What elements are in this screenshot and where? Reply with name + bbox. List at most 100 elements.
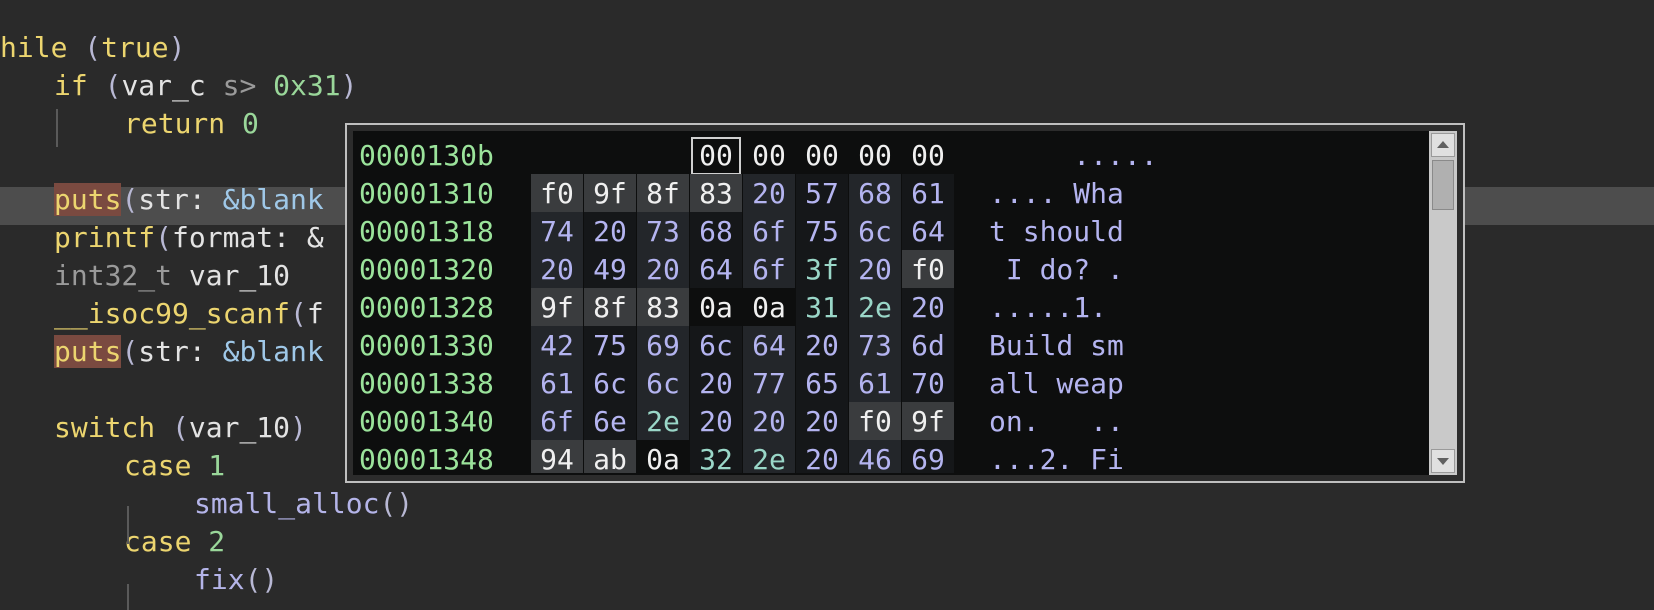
scroll-thumb[interactable] xyxy=(1432,160,1454,210)
hex-byte[interactable]: 9f xyxy=(584,174,636,214)
hex-byte[interactable]: 70 xyxy=(902,364,954,404)
hex-byte[interactable]: 00 xyxy=(796,136,848,176)
hex-preview-popup[interactable]: 0000130b 00 00 00 00 00 ..... 00001310 f0 9f 8f 83… xyxy=(345,123,1465,483)
hex-row[interactable]: 00001328 9f 8f 83 0a 0a 31 2e 20 .....1. xyxy=(347,288,1427,328)
hex-byte[interactable]: 83 xyxy=(690,174,742,214)
code-line[interactable]: switch (var_10) xyxy=(54,408,307,448)
hex-ascii[interactable]: .....1. xyxy=(989,288,1124,328)
hex-byte[interactable]: 83 xyxy=(637,288,689,328)
hex-row[interactable]: 00001320 20 49 20 64 6f 3f 20 f0 I do? . xyxy=(347,250,1427,290)
hex-byte[interactable]: 68 xyxy=(849,174,901,214)
hex-byte[interactable]: 8f xyxy=(637,174,689,214)
hex-byte[interactable]: 57 xyxy=(796,174,848,214)
hex-byte[interactable]: 46 xyxy=(849,440,901,473)
hex-byte[interactable]: 75 xyxy=(796,212,848,252)
hex-byte[interactable]: 20 xyxy=(690,402,742,442)
hex-byte[interactable]: 6f xyxy=(743,250,795,290)
hex-byte[interactable]: 0a xyxy=(690,288,742,328)
hex-byte[interactable]: 9f xyxy=(902,402,954,442)
hex-row[interactable]: 0000130b 00 00 00 00 00 ..... xyxy=(347,136,1427,176)
hex-byte[interactable]: 00 xyxy=(743,136,795,176)
hex-byte[interactable]: 20 xyxy=(637,250,689,290)
hex-byte[interactable]: 64 xyxy=(690,250,742,290)
vertical-scrollbar[interactable] xyxy=(1429,131,1457,475)
hex-byte[interactable]: 64 xyxy=(743,326,795,366)
hex-ascii[interactable]: ..... xyxy=(989,136,1157,176)
hex-byte[interactable]: 77 xyxy=(743,364,795,404)
hex-ascii[interactable]: all weap xyxy=(989,364,1124,404)
hex-byte[interactable]: 6f xyxy=(743,212,795,252)
hex-byte[interactable]: ab xyxy=(584,440,636,473)
hex-row[interactable]: 00001310 f0 9f 8f 83 20 57 68 61 .... Wha xyxy=(347,174,1427,214)
hex-byte[interactable]: f0 xyxy=(849,402,901,442)
hex-byte[interactable]: 3f xyxy=(796,250,848,290)
hex-byte[interactable]: 20 xyxy=(690,364,742,404)
hex-byte[interactable]: 6e xyxy=(584,402,636,442)
hex-row[interactable]: 00001340 6f 6e 2e 20 20 20 f0 9f on. .. xyxy=(347,402,1427,442)
hex-byte[interactable]: f0 xyxy=(531,174,583,214)
hex-byte[interactable]: 20 xyxy=(849,250,901,290)
hex-byte[interactable]: 65 xyxy=(796,364,848,404)
hex-byte[interactable]: 73 xyxy=(849,326,901,366)
hex-ascii[interactable]: ...2. Fi xyxy=(989,440,1124,473)
hex-byte[interactable]: 20 xyxy=(531,250,583,290)
hex-byte[interactable]: 75 xyxy=(584,326,636,366)
hex-byte[interactable]: 20 xyxy=(902,288,954,328)
hex-byte[interactable]: 20 xyxy=(743,174,795,214)
hex-byte[interactable]: 74 xyxy=(531,212,583,252)
hex-byte[interactable]: f0 xyxy=(902,250,954,290)
hex-byte[interactable]: 73 xyxy=(637,212,689,252)
hex-row[interactable]: 00001318 74 20 73 68 6f 75 6c 64 t should xyxy=(347,212,1427,252)
hex-byte[interactable]: 61 xyxy=(531,364,583,404)
code-line[interactable]: return 0 xyxy=(124,104,259,144)
code-line[interactable]: printf(format: & xyxy=(54,218,324,258)
hex-byte[interactable]: 0a xyxy=(743,288,795,328)
hex-ascii[interactable]: Build sm xyxy=(989,326,1124,366)
hex-byte[interactable]: 20 xyxy=(584,212,636,252)
hex-byte[interactable]: 00 xyxy=(902,136,954,176)
hex-byte[interactable]: 00 xyxy=(690,136,742,176)
hex-byte[interactable]: 69 xyxy=(902,440,954,473)
code-line[interactable]: int32_t var_10 xyxy=(54,256,290,296)
hex-byte[interactable]: 8f xyxy=(584,288,636,328)
hex-byte[interactable]: 68 xyxy=(690,212,742,252)
hex-byte[interactable]: 6c xyxy=(690,326,742,366)
hex-ascii[interactable]: on. .. xyxy=(989,402,1124,442)
hex-ascii[interactable]: t should xyxy=(989,212,1124,252)
hex-byte[interactable]: 20 xyxy=(796,326,848,366)
hex-byte[interactable]: 9f xyxy=(531,288,583,328)
hex-byte[interactable]: 64 xyxy=(902,212,954,252)
hex-ascii[interactable]: I do? . xyxy=(989,250,1124,290)
code-line[interactable]: __isoc99_scanf(f xyxy=(54,294,324,334)
hex-byte[interactable]: 49 xyxy=(584,250,636,290)
hex-byte[interactable]: 6f xyxy=(531,402,583,442)
hex-byte[interactable]: 20 xyxy=(743,402,795,442)
hex-byte[interactable]: 20 xyxy=(796,402,848,442)
code-line[interactable]: if (var_c s> 0x31) xyxy=(54,66,357,106)
scroll-down-arrow-icon[interactable] xyxy=(1431,449,1455,473)
hex-byte[interactable]: 6d xyxy=(902,326,954,366)
hex-byte[interactable]: 69 xyxy=(637,326,689,366)
hex-byte[interactable]: 6c xyxy=(849,212,901,252)
hex-byte[interactable]: 61 xyxy=(902,174,954,214)
hex-byte[interactable]: 2e xyxy=(743,440,795,473)
hex-byte[interactable]: 32 xyxy=(690,440,742,473)
code-line[interactable]: case 1 xyxy=(124,446,225,486)
code-line[interactable]: puts(str: &blank xyxy=(54,180,324,220)
hex-byte[interactable]: 6c xyxy=(637,364,689,404)
code-line[interactable]: small_alloc() xyxy=(194,484,413,524)
hex-byte[interactable]: 00 xyxy=(849,136,901,176)
hex-byte[interactable]: 2e xyxy=(637,402,689,442)
hex-row[interactable]: 00001330 42 75 69 6c 64 20 73 6d Build sm xyxy=(347,326,1427,366)
hex-ascii[interactable]: .... Wha xyxy=(989,174,1124,214)
code-line[interactable]: fix() xyxy=(194,560,278,600)
scroll-up-arrow-icon[interactable] xyxy=(1431,133,1455,157)
hex-byte[interactable]: 61 xyxy=(849,364,901,404)
hex-byte[interactable]: 2e xyxy=(849,288,901,328)
hex-byte[interactable]: 31 xyxy=(796,288,848,328)
hex-byte[interactable]: 0a xyxy=(637,440,689,473)
code-line[interactable]: hile (true) xyxy=(0,28,185,68)
code-line[interactable]: case 2 xyxy=(124,522,225,562)
hex-byte[interactable]: 42 xyxy=(531,326,583,366)
hex-row[interactable]: 00001338 61 6c 6c 20 77 65 61 70 all weap xyxy=(347,364,1427,404)
